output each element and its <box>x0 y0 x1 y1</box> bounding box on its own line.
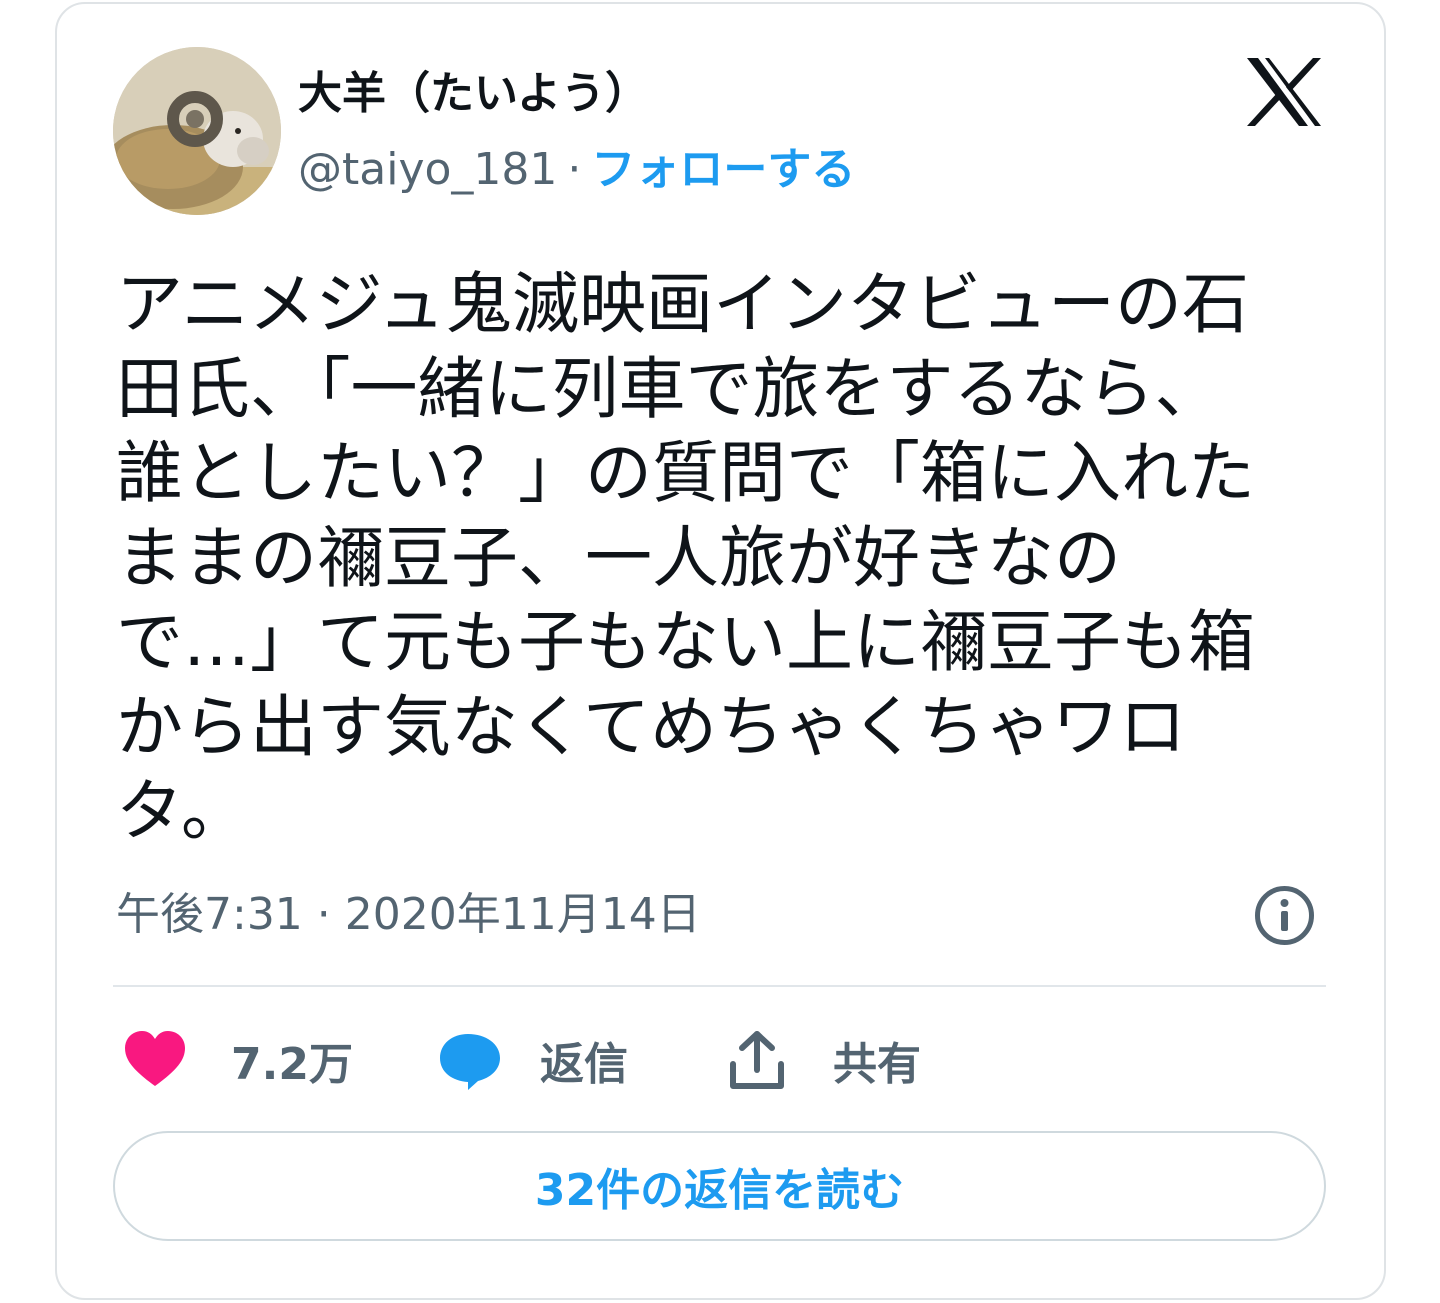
avatar[interactable] <box>113 47 281 215</box>
author-handle[interactable]: @taiyo_181 <box>298 144 557 195</box>
speech-bubble-icon <box>440 1034 500 1090</box>
author-display-name[interactable]: 大羊（たいよう） <box>298 64 649 124</box>
like-count: 7.2万 <box>231 1039 353 1090</box>
separator-dot: · <box>567 144 582 195</box>
info-icon[interactable] <box>1253 884 1316 947</box>
sheep-avatar-icon <box>113 47 281 215</box>
author-handle-row: @taiyo_181 · フォローする <box>298 140 855 200</box>
divider <box>113 985 1326 987</box>
share-button[interactable]: 共有 <box>725 1020 921 1100</box>
heart-icon <box>125 1031 185 1086</box>
tweet-timestamp[interactable]: 午後7:31 · 2020年11月14日 <box>116 885 701 945</box>
follow-button[interactable]: フォローする <box>591 144 855 195</box>
share-label: 共有 <box>833 1039 921 1090</box>
x-logo-icon[interactable] <box>1245 56 1323 128</box>
read-replies-button[interactable]: 32件の返信を読む <box>113 1131 1326 1241</box>
action-bar: 7.2万 返信 共有 <box>113 1020 1326 1100</box>
reply-label: 返信 <box>540 1039 628 1090</box>
like-button[interactable]: 7.2万 <box>123 1020 353 1100</box>
share-upload-icon <box>730 1031 784 1089</box>
tweet-text: アニメジュ鬼滅映画インタビューの石 田氏、「一緒に列車で旅をするなら、 誰とした… <box>116 265 1255 850</box>
reply-button[interactable]: 返信 <box>438 1020 628 1100</box>
